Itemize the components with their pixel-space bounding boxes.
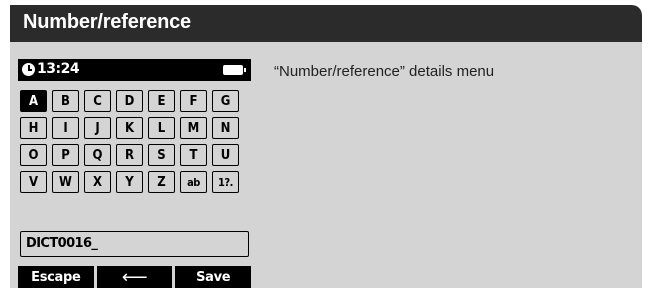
panel-header: Number/reference <box>10 5 642 42</box>
key-s[interactable]: S <box>148 144 175 166</box>
key-d[interactable]: D <box>116 90 143 112</box>
key-n[interactable]: N <box>212 117 239 139</box>
key-i[interactable]: I <box>52 117 79 139</box>
key-x[interactable]: X <box>84 171 111 193</box>
keypad-row: O P Q R S T U <box>20 144 250 166</box>
key-v[interactable]: V <box>20 171 47 193</box>
keypad-row: A B C D E F G <box>20 90 250 112</box>
keypad-row: H I J K L M N <box>20 117 250 139</box>
status-bar: 13:24 <box>18 59 251 81</box>
key-g[interactable]: G <box>212 90 239 112</box>
key-lowercase-toggle[interactable]: ab <box>180 171 207 193</box>
status-time: 13:24 <box>37 61 80 77</box>
key-q[interactable]: Q <box>84 144 111 166</box>
reference-input[interactable]: DICT0016_ <box>20 231 249 257</box>
menu-description: “Number/reference” details menu <box>274 63 495 80</box>
key-m[interactable]: M <box>180 117 207 139</box>
key-z[interactable]: Z <box>148 171 175 193</box>
help-panel: Number/reference 13:24 A B C D E F G H I… <box>10 5 642 288</box>
key-a[interactable]: A <box>20 90 47 112</box>
escape-softkey[interactable]: Escape <box>18 266 94 288</box>
key-symbols-toggle[interactable]: 1?. <box>212 171 239 193</box>
panel-title: Number/reference <box>23 11 191 33</box>
softkey-bar: Escape ⟵ Save <box>18 266 252 288</box>
key-b[interactable]: B <box>52 90 79 112</box>
battery-icon <box>223 65 246 75</box>
backspace-softkey[interactable]: ⟵ <box>96 266 173 288</box>
device-screen: 13:24 A B C D E F G H I J K L M N O P Q … <box>18 59 252 288</box>
key-p[interactable]: P <box>52 144 79 166</box>
key-h[interactable]: H <box>20 117 47 139</box>
key-k[interactable]: K <box>116 117 143 139</box>
key-r[interactable]: R <box>116 144 143 166</box>
clock-icon <box>22 63 35 76</box>
key-c[interactable]: C <box>84 90 111 112</box>
key-o[interactable]: O <box>20 144 47 166</box>
character-keypad: A B C D E F G H I J K L M N O P Q R S T … <box>20 90 250 198</box>
keypad-row: V W X Y Z ab 1?. <box>20 171 250 193</box>
save-softkey[interactable]: Save <box>175 266 252 288</box>
key-l[interactable]: L <box>148 117 175 139</box>
key-t[interactable]: T <box>180 144 207 166</box>
key-w[interactable]: W <box>52 171 79 193</box>
key-f[interactable]: F <box>180 90 207 112</box>
key-u[interactable]: U <box>212 144 239 166</box>
key-y[interactable]: Y <box>116 171 143 193</box>
key-j[interactable]: J <box>84 117 111 139</box>
key-e[interactable]: E <box>148 90 175 112</box>
